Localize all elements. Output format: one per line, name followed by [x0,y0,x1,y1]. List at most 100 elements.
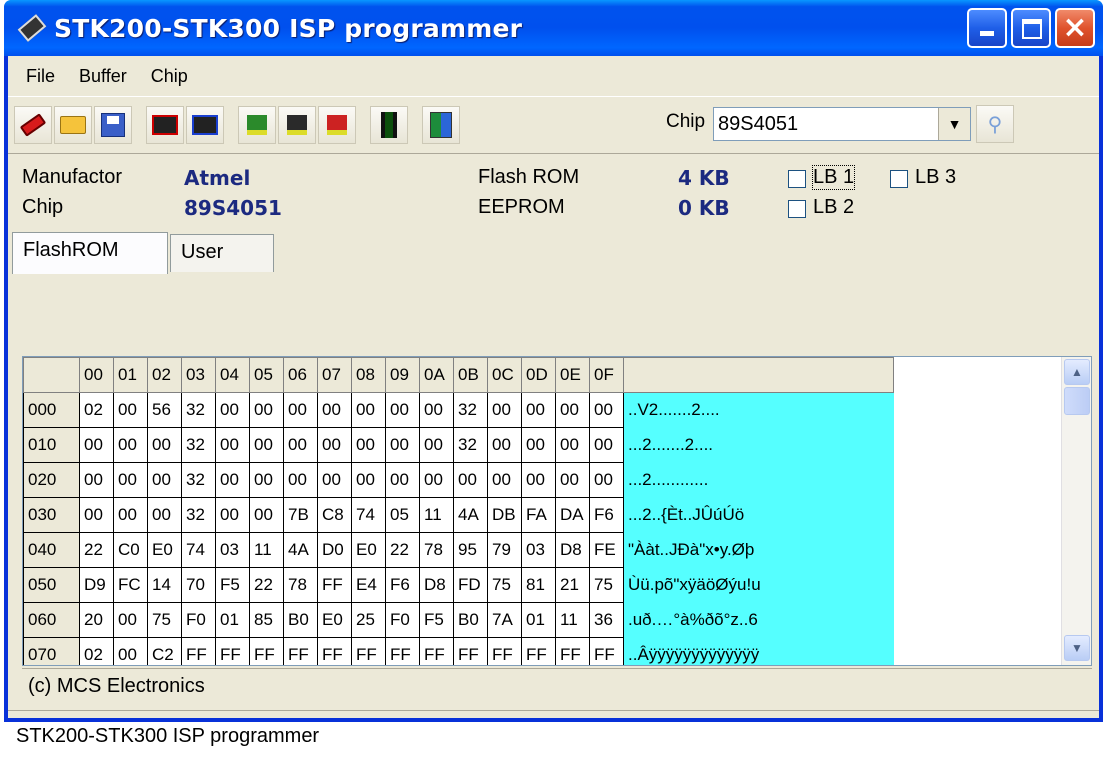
hex-byte-cell[interactable]: 05 [385,497,420,533]
hex-byte-cell[interactable]: F5 [215,567,250,603]
hex-byte-cell[interactable]: 20 [79,602,114,638]
open-file-button[interactable] [54,106,92,144]
hex-byte-cell[interactable]: 32 [181,497,216,533]
hex-byte-cell[interactable]: 70 [181,567,216,603]
hex-byte-cell[interactable]: FF [521,637,556,665]
hex-byte-cell[interactable]: 03 [215,532,250,568]
hex-byte-cell[interactable]: FD [453,567,488,603]
hex-byte-cell[interactable]: 00 [249,392,284,428]
chip-detect-button[interactable]: ⚲ [976,105,1014,143]
hex-byte-cell[interactable]: FF [351,637,386,665]
hex-grid[interactable]: 00 01 02 03 04 05 06 07 08 09 0A 0B 0C 0D 0E 0F 000 02 00… [22,356,1092,666]
lb1-checkbox[interactable] [788,170,806,188]
hex-byte-cell[interactable]: 00 [351,392,386,428]
read-chip-button[interactable] [146,106,184,144]
hex-byte-cell[interactable]: 00 [215,427,250,463]
title-bar[interactable]: STK200-STK300 ISP programmer × [4,0,1103,56]
hex-byte-cell[interactable]: 00 [283,462,318,498]
hex-byte-cell[interactable]: 00 [521,392,556,428]
chip-select-dropdown[interactable]: 89S4051 ▼ [713,107,971,141]
scroll-down-button[interactable]: ▼ [1064,635,1090,661]
hex-byte-cell[interactable]: FF [555,637,590,665]
hex-byte-cell[interactable]: 32 [181,392,216,428]
hex-byte-cell[interactable]: 00 [283,427,318,463]
hex-byte-cell[interactable]: 00 [317,392,352,428]
hex-byte-cell[interactable]: DA [555,497,590,533]
lb2-checkbox[interactable] [788,200,806,218]
hex-byte-cell[interactable]: 7A [487,602,522,638]
hex-byte-cell[interactable]: 4A [283,532,318,568]
exit-button[interactable] [422,106,460,144]
hex-byte-cell[interactable]: 32 [181,427,216,463]
chevron-down-icon[interactable]: ▼ [938,108,970,140]
hex-byte-cell[interactable]: FF [487,637,522,665]
hex-byte-cell[interactable]: 00 [385,462,420,498]
menu-file[interactable]: File [14,66,67,87]
hex-byte-cell[interactable]: 00 [79,462,114,498]
write-chip-button[interactable] [186,106,224,144]
hex-byte-cell[interactable]: 78 [283,567,318,603]
hex-byte-cell[interactable]: 00 [589,392,624,428]
hex-byte-cell[interactable]: FE [589,532,624,568]
hex-byte-cell[interactable]: 56 [147,392,182,428]
hex-byte-cell[interactable]: 00 [419,427,454,463]
clear-buffer-button[interactable] [14,106,52,144]
hex-ascii-cell[interactable]: ..Âÿÿÿÿÿÿÿÿÿÿÿÿÿ [623,637,894,665]
hex-byte-cell[interactable]: D8 [555,532,590,568]
hex-byte-cell[interactable]: 75 [589,567,624,603]
hex-byte-cell[interactable]: 00 [419,392,454,428]
hex-ascii-cell[interactable]: ...2............ [623,462,894,498]
hex-byte-cell[interactable]: 00 [385,392,420,428]
hex-byte-cell[interactable]: 22 [385,532,420,568]
hex-byte-cell[interactable]: F0 [385,602,420,638]
hex-byte-cell[interactable]: FF [181,637,216,665]
hex-byte-cell[interactable]: 74 [181,532,216,568]
hex-byte-cell[interactable]: E0 [351,532,386,568]
hex-byte-cell[interactable]: 00 [317,427,352,463]
hex-byte-cell[interactable]: F0 [181,602,216,638]
hex-byte-cell[interactable]: 01 [215,602,250,638]
menu-chip[interactable]: Chip [139,66,200,87]
hex-byte-cell[interactable]: FF [249,637,284,665]
hex-byte-cell[interactable]: FF [453,637,488,665]
hex-byte-cell[interactable]: 11 [419,497,454,533]
hex-ascii-cell[interactable]: "Ààt..JÐà"x•y.Øþ [623,532,894,568]
hex-byte-cell[interactable]: 32 [453,427,488,463]
hex-byte-cell[interactable]: FF [215,637,250,665]
hex-byte-cell[interactable]: 74 [351,497,386,533]
hex-byte-cell[interactable]: FF [385,637,420,665]
maximize-button[interactable] [1011,8,1051,48]
hex-byte-cell[interactable]: E0 [317,602,352,638]
hex-byte-cell[interactable]: 11 [555,602,590,638]
hex-byte-cell[interactable]: 00 [555,462,590,498]
hex-ascii-cell[interactable]: ...2..{Èt..JÛúÚö [623,497,894,533]
hex-byte-cell[interactable]: 00 [249,497,284,533]
hex-byte-cell[interactable]: 11 [249,532,284,568]
hex-byte-cell[interactable]: 00 [113,637,148,665]
hex-byte-cell[interactable]: 36 [589,602,624,638]
hex-byte-cell[interactable]: 00 [487,462,522,498]
hex-ascii-cell[interactable]: Ùü.põ"xÿäöØýu!u [623,567,894,603]
hex-byte-cell[interactable]: 00 [555,427,590,463]
hex-byte-cell[interactable]: 00 [487,392,522,428]
hex-byte-cell[interactable]: D0 [317,532,352,568]
hex-byte-cell[interactable]: B0 [453,602,488,638]
hex-byte-cell[interactable]: 00 [521,462,556,498]
hex-ascii-cell[interactable]: ..V2.......2.... [623,392,894,428]
hex-byte-cell[interactable]: 00 [555,392,590,428]
hex-byte-cell[interactable]: FA [521,497,556,533]
hex-byte-cell[interactable]: 79 [487,532,522,568]
hex-byte-cell[interactable]: 01 [521,602,556,638]
hex-byte-cell[interactable]: 22 [249,567,284,603]
hex-byte-cell[interactable]: C2 [147,637,182,665]
hex-byte-cell[interactable]: 78 [419,532,454,568]
hex-byte-cell[interactable]: 00 [385,427,420,463]
hex-byte-cell[interactable]: 32 [453,392,488,428]
hex-byte-cell[interactable]: FC [113,567,148,603]
hex-byte-cell[interactable]: 00 [147,427,182,463]
hex-byte-cell[interactable]: F5 [419,602,454,638]
hex-byte-cell[interactable]: 00 [521,427,556,463]
hex-byte-cell[interactable]: E4 [351,567,386,603]
tab-user[interactable]: User [170,234,274,272]
close-button[interactable]: × [1055,8,1095,48]
